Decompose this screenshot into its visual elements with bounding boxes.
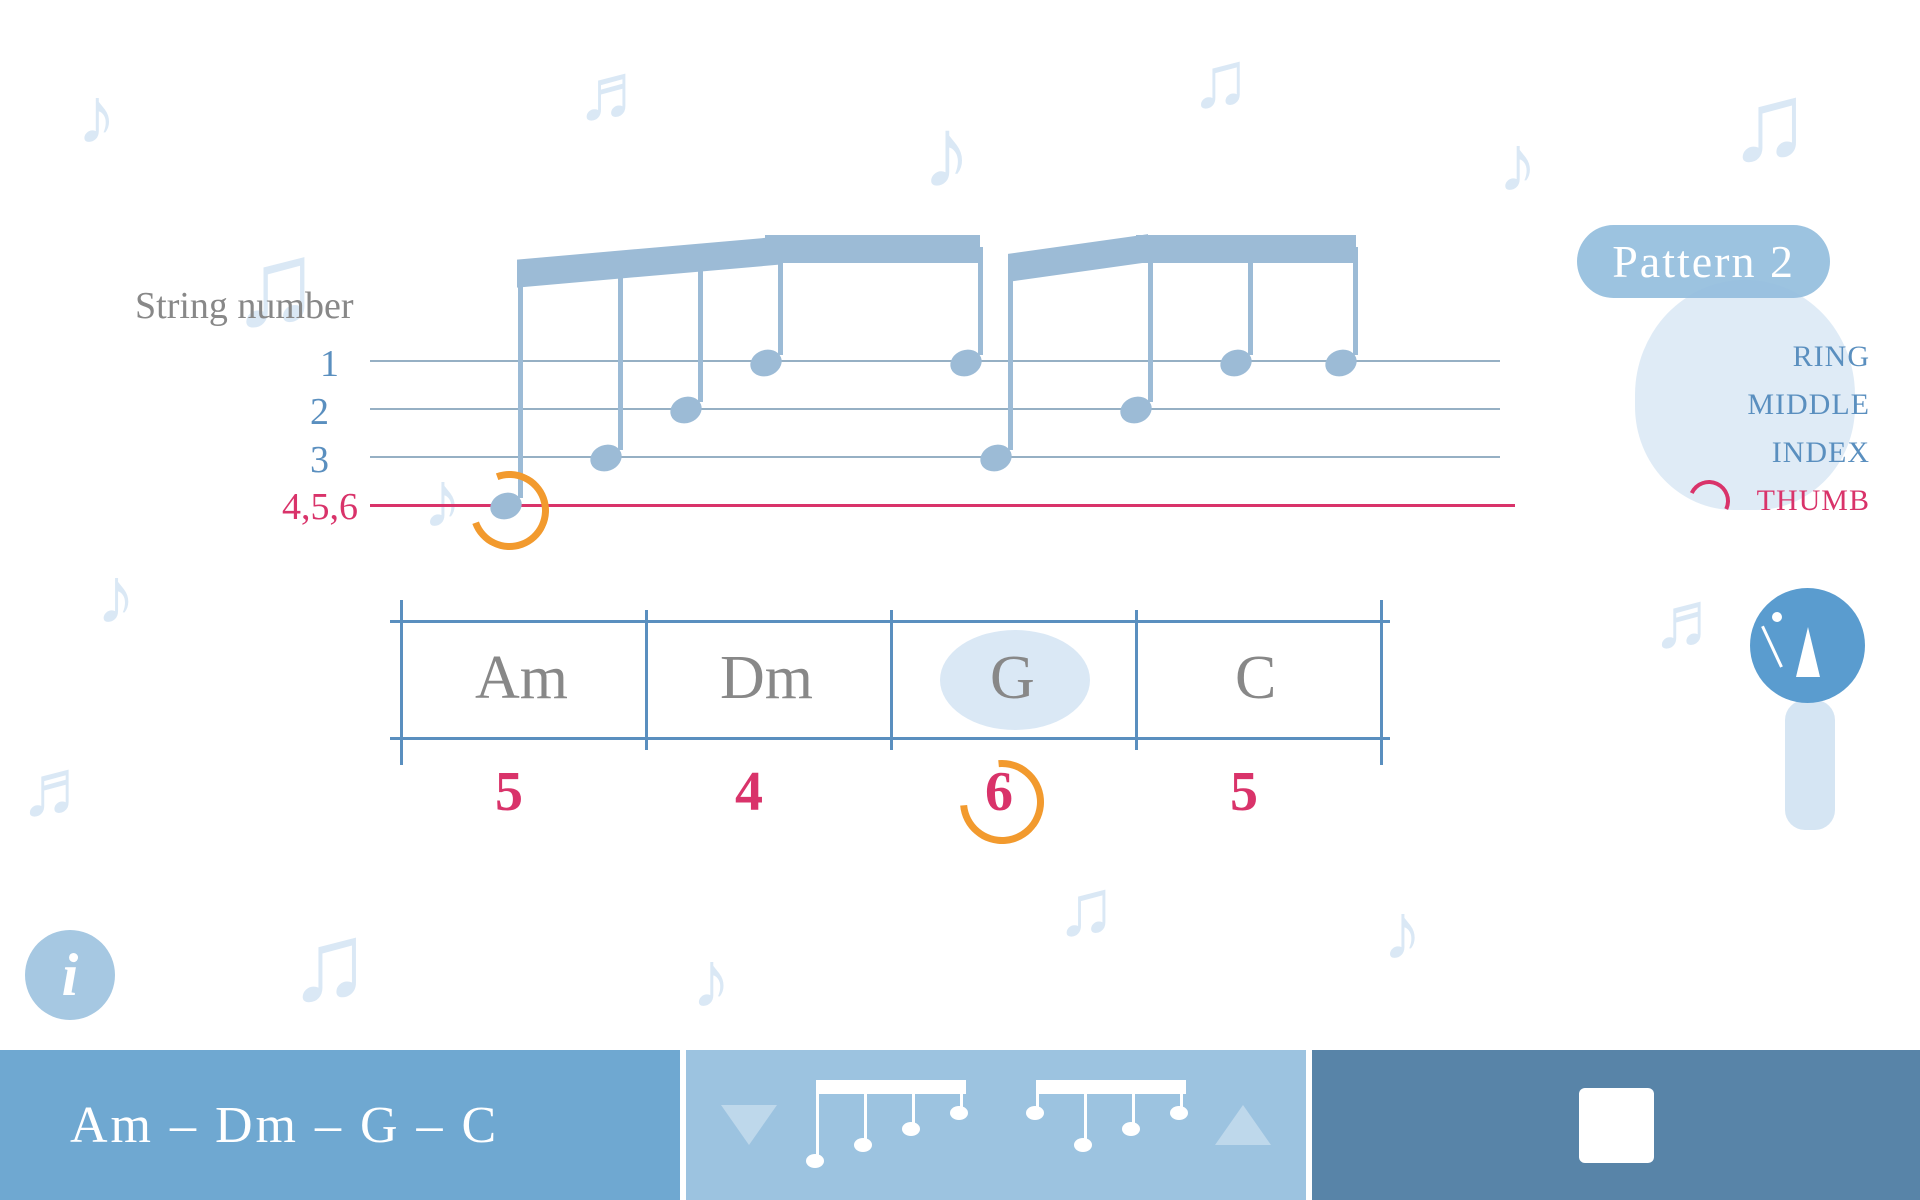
metronome-button[interactable]: [1750, 588, 1865, 703]
staff-note-4: [750, 350, 782, 376]
bottom-toolbar: Am – Dm – G – C: [0, 1050, 1920, 1200]
staff-note-6: [980, 445, 1012, 471]
staff-note-3: [670, 397, 702, 423]
chord-cell-1[interactable]: Am: [475, 643, 568, 714]
beam-2: [765, 235, 980, 263]
bass-string-4: 5: [1230, 760, 1258, 824]
highlight-circle-icon: [457, 458, 562, 563]
staff-note-5: [950, 350, 982, 376]
chord-cell-4[interactable]: C: [1235, 643, 1276, 714]
staff-note-8: [1325, 350, 1357, 376]
string-label-3: 3: [310, 438, 329, 482]
staff-note-1: [490, 493, 522, 519]
chord-cell-3[interactable]: G: [990, 643, 1035, 714]
finger-label-index: INDEX: [1772, 436, 1870, 470]
metronome-icon: [1788, 615, 1828, 677]
beam-3: [1008, 234, 1148, 282]
string-label-2: 2: [310, 390, 329, 434]
pattern-selector[interactable]: [686, 1050, 1306, 1200]
finger-label-middle: MIDDLE: [1747, 388, 1870, 422]
staff-note-7: [1120, 397, 1152, 423]
beam-4: [1136, 235, 1356, 263]
bass-string-2: 4: [735, 760, 763, 824]
chord-sequence-display[interactable]: Am – Dm – G – C: [0, 1050, 680, 1200]
string-label-456: 4,5,6: [282, 485, 358, 529]
bass-string-1: 5: [495, 760, 523, 824]
finger-label-thumb: THUMB: [1757, 484, 1870, 518]
bass-highlight-circle-icon: [943, 743, 1061, 861]
fingerpicking-staff: [370, 360, 1500, 525]
chord-progression-grid: Am Dm G C: [400, 620, 1380, 740]
pattern-preview-icon: [806, 1080, 1186, 1170]
stop-icon: [1579, 1088, 1654, 1163]
info-button[interactable]: i: [25, 930, 115, 1020]
chord-cell-2[interactable]: Dm: [720, 643, 813, 714]
staff-note-8b: [1220, 350, 1252, 376]
prev-pattern-button[interactable]: [721, 1105, 777, 1145]
staff-note-2: [590, 445, 622, 471]
info-icon: i: [62, 941, 79, 1010]
metronome-stand: [1785, 700, 1835, 830]
beam-1: [517, 236, 782, 287]
finger-label-ring: RING: [1793, 340, 1870, 374]
next-pattern-button[interactable]: [1215, 1105, 1271, 1145]
stop-button[interactable]: [1312, 1050, 1920, 1200]
string-number-heading: String number: [135, 284, 353, 328]
string-label-1: 1: [320, 342, 339, 386]
